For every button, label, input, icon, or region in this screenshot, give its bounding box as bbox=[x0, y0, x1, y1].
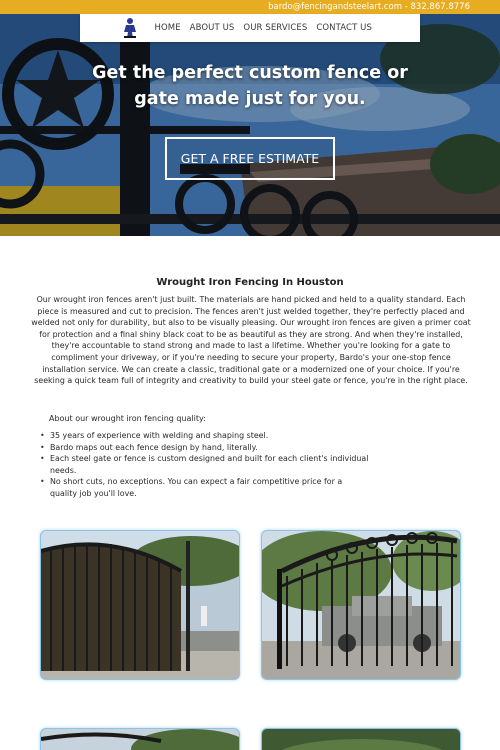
navigation-bar: HOME ABOUT US OUR SERVICES CONTACT US bbox=[80, 14, 420, 42]
hero-headline-line-2: gate made just for you. bbox=[134, 89, 366, 109]
quality-heading: About our wrought iron fencing quality: bbox=[49, 414, 206, 423]
gallery-photo-arched-gate[interactable] bbox=[261, 530, 461, 680]
hero-headline: Get the perfect custom fence or gate mad… bbox=[0, 60, 500, 112]
contact-bar: bardo@fencingandsteelart.com - 832.867.8… bbox=[0, 0, 500, 14]
gallery-photo-3[interactable] bbox=[40, 728, 240, 750]
quality-list: 35 years of experience with welding and … bbox=[40, 430, 370, 500]
nav-our-services[interactable]: OUR SERVICES bbox=[243, 23, 307, 33]
list-item: 35 years of experience with welding and … bbox=[40, 430, 370, 442]
nav-home[interactable]: HOME bbox=[154, 23, 180, 33]
section-title: Wrought Iron Fencing In Houston bbox=[156, 277, 344, 288]
list-item: Each steel gate or fence is custom desig… bbox=[40, 453, 370, 476]
gate-photo-image bbox=[262, 531, 460, 679]
gallery-photo-4[interactable] bbox=[261, 728, 461, 750]
hero-overlay bbox=[0, 14, 500, 236]
nav-contact-us[interactable]: CONTACT US bbox=[316, 23, 372, 33]
intro-paragraph: Our wrought iron fences aren't just buil… bbox=[31, 295, 471, 386]
free-estimate-button[interactable]: GET A FREE ESTIMATE bbox=[165, 137, 335, 180]
list-item: Bardo maps out each fence design by hand… bbox=[40, 442, 370, 454]
gate-photo-image bbox=[262, 729, 460, 750]
hero-headline-line-1: Get the perfect custom fence or bbox=[92, 63, 408, 83]
nav-about-us[interactable]: ABOUT US bbox=[190, 23, 235, 33]
hero-banner bbox=[0, 14, 500, 236]
gallery-photo-sliding-gate[interactable] bbox=[40, 530, 240, 680]
gate-photo-image bbox=[41, 531, 239, 679]
gate-photo-image bbox=[41, 729, 239, 750]
logo-icon[interactable] bbox=[122, 17, 138, 39]
list-item: No short cuts, no exceptions. You can ex… bbox=[40, 476, 370, 499]
contact-info[interactable]: bardo@fencingandsteelart.com - 832.867.8… bbox=[268, 2, 470, 12]
main-menu: HOME ABOUT US OUR SERVICES CONTACT US bbox=[145, 14, 372, 42]
